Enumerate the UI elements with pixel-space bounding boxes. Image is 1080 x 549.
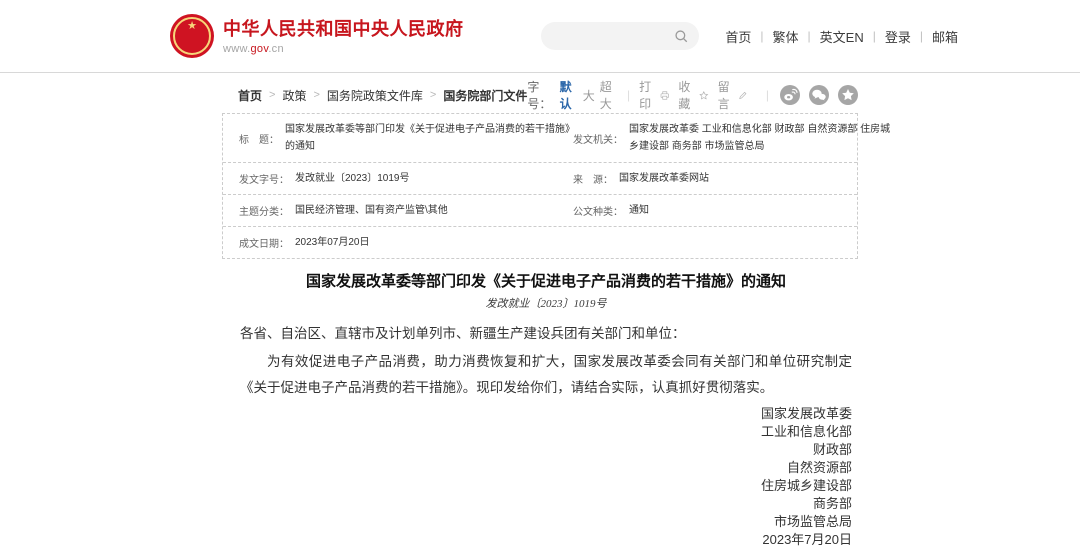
breadcrumb-separator: > (313, 89, 319, 101)
qzone-share-icon[interactable] (838, 85, 858, 105)
breadcrumb: 首页 > 政策 > 国务院政策文件库 > 国务院部门文件 (238, 87, 527, 104)
page-title: 国家发展改革委等部门印发《关于促进电子产品消费的若干措施》的通知 (240, 272, 852, 292)
breadcrumb-separator: > (269, 89, 275, 101)
search-box[interactable] (541, 22, 699, 50)
signature-date: 2023年7月20日 (240, 531, 852, 549)
print-button[interactable]: 打印 (639, 78, 669, 112)
site-header: 中华人民共和国中央人民政府 www.gov.cn 首页 | 繁体 | 英文EN … (0, 0, 1080, 72)
breadcrumb-policy[interactable]: 政策 (282, 87, 306, 104)
body-paragraph: 为有效促进电子产品消费，助力消费恢复和扩大，国家发展改革委会同有关部门和单位研究… (240, 349, 852, 401)
table-row: 成文日期： 2023年07月20日 (223, 227, 857, 258)
nav-separator: | (873, 29, 876, 43)
meta-empty-cell (573, 234, 857, 251)
meta-source-value: 国家发展改革委网站 (619, 170, 709, 187)
toolbar-separator: | (766, 88, 769, 102)
meta-number-label: 发文字号： (239, 171, 289, 186)
font-size-large[interactable]: 大 (583, 87, 595, 104)
header-divider (0, 72, 1080, 73)
signature-line: 工业和信息化部 (240, 423, 852, 441)
meta-date-label: 成文日期： (239, 235, 289, 250)
meta-source-label: 来 源： (573, 171, 613, 186)
meta-type-cell: 公文种类： 通知 (573, 202, 857, 219)
meta-number-cell: 发文字号： 发改就业〔2023〕1019号 (223, 170, 573, 187)
meta-title-cell: 标 题： 国家发展改革委等部门印发《关于促进电子产品消费的若干措施》的通知 (223, 121, 573, 155)
main-content: 首页 > 政策 > 国务院政策文件库 > 国务院部门文件 字号： 默认 大 超大… (222, 83, 858, 549)
nav-english[interactable]: 英文EN (820, 27, 864, 46)
table-row: 主题分类： 国民经济管理、国有资产监管\其他 公文种类： 通知 (223, 195, 857, 227)
breadcrumb-policy-library[interactable]: 国务院政策文件库 (327, 87, 423, 104)
wechat-share-icon[interactable] (809, 85, 829, 105)
meta-issuer-cell: 发文机关： 国家发展改革委 工业和信息化部 财政部 自然资源部 住房城乡建设部 … (573, 121, 901, 155)
share-buttons (780, 85, 858, 105)
meta-type-label: 公文种类： (573, 203, 623, 218)
national-emblem-icon (170, 14, 214, 58)
meta-source-cell: 来 源： 国家发展改革委网站 (573, 170, 857, 187)
nav-mail[interactable]: 邮箱 (932, 27, 958, 46)
site-url-www: www. (223, 43, 250, 55)
search-input[interactable] (553, 28, 674, 44)
top-nav: 首页 | 繁体 | 英文EN | 登录 | 邮箱 (725, 27, 958, 46)
favorite-button[interactable]: 收藏 (678, 78, 708, 112)
salutation-paragraph: 各省、自治区、直辖市及计划单列市、新疆生产建设兵团有关部门和单位： (240, 321, 852, 347)
nav-separator: | (808, 29, 811, 43)
document-meta-table: 标 题： 国家发展改革委等部门印发《关于促进电子产品消费的若干措施》的通知 发文… (222, 113, 858, 259)
meta-issuer-label: 发文机关： (573, 131, 623, 146)
star-icon (699, 89, 709, 102)
toolbar-separator: | (627, 88, 630, 102)
font-size-label: 字号： (527, 78, 554, 112)
document-number: 发改就业〔2023〕1019号 (240, 295, 852, 311)
signature-line: 住房城乡建设部 (240, 477, 852, 495)
weibo-share-icon[interactable] (780, 85, 800, 105)
document-article: 国家发展改革委等部门印发《关于促进电子产品消费的若干措施》的通知 发改就业〔20… (222, 272, 858, 549)
nav-separator: | (920, 29, 923, 43)
page-toolbar: 字号： 默认 大 超大 | 打印 收藏 留言 (527, 78, 858, 112)
pencil-icon (738, 89, 748, 102)
breadcrumb-current: 国务院部门文件 (443, 87, 527, 104)
meta-number-value: 发改就业〔2023〕1019号 (295, 170, 410, 187)
meta-issuer-value: 国家发展改革委 工业和信息化部 财政部 自然资源部 住房城乡建设部 商务部 市场… (629, 121, 891, 155)
meta-type-value: 通知 (629, 202, 649, 219)
signature-line: 财政部 (240, 441, 852, 459)
signature-line: 商务部 (240, 495, 852, 513)
site-title: 中华人民共和国中央人民政府 (223, 18, 464, 40)
meta-title-label: 标 题： (239, 131, 279, 146)
breadcrumb-separator: > (430, 89, 436, 101)
meta-date-value: 2023年07月20日 (295, 234, 370, 251)
table-row: 发文字号： 发改就业〔2023〕1019号 来 源： 国家发展改革委网站 (223, 163, 857, 195)
favorite-label: 收藏 (678, 78, 696, 112)
print-label: 打印 (639, 78, 657, 112)
breadcrumb-home[interactable]: 首页 (238, 87, 262, 104)
font-size-xlarge[interactable]: 超大 (600, 78, 618, 112)
nav-traditional[interactable]: 繁体 (773, 27, 799, 46)
site-identity: 中华人民共和国中央人民政府 www.gov.cn (223, 18, 464, 55)
breadcrumb-toolbar-row: 首页 > 政策 > 国务院政策文件库 > 国务院部门文件 字号： 默认 大 超大… (222, 83, 858, 107)
site-url: www.gov.cn (223, 43, 464, 55)
nav-home[interactable]: 首页 (725, 27, 751, 46)
meta-category-label: 主题分类： (239, 203, 289, 218)
site-url-gov: gov (250, 43, 268, 55)
meta-date-cell: 成文日期： 2023年07月20日 (223, 234, 573, 251)
signature-line: 市场监管总局 (240, 513, 852, 531)
signature-block: 国家发展改革委 工业和信息化部 财政部 自然资源部 住房城乡建设部 商务部 市场… (240, 405, 852, 549)
comment-label: 留言 (718, 78, 736, 112)
meta-category-cell: 主题分类： 国民经济管理、国有资产监管\其他 (223, 202, 573, 219)
search-icon[interactable] (674, 29, 689, 44)
printer-icon (660, 89, 670, 102)
meta-category-value: 国民经济管理、国有资产监管\其他 (295, 202, 448, 219)
font-size-default[interactable]: 默认 (560, 78, 578, 112)
meta-title-value: 国家发展改革委等部门印发《关于促进电子产品消费的若干措施》的通知 (285, 121, 573, 155)
signature-line: 自然资源部 (240, 459, 852, 477)
signature-line: 国家发展改革委 (240, 405, 852, 423)
table-row: 标 题： 国家发展改革委等部门印发《关于促进电子产品消费的若干措施》的通知 发文… (223, 114, 857, 163)
site-url-cn: .cn (268, 43, 284, 55)
nav-login[interactable]: 登录 (885, 27, 911, 46)
site-logo[interactable]: 中华人民共和国中央人民政府 www.gov.cn (170, 14, 464, 58)
nav-separator: | (760, 29, 763, 43)
comment-button[interactable]: 留言 (718, 78, 748, 112)
